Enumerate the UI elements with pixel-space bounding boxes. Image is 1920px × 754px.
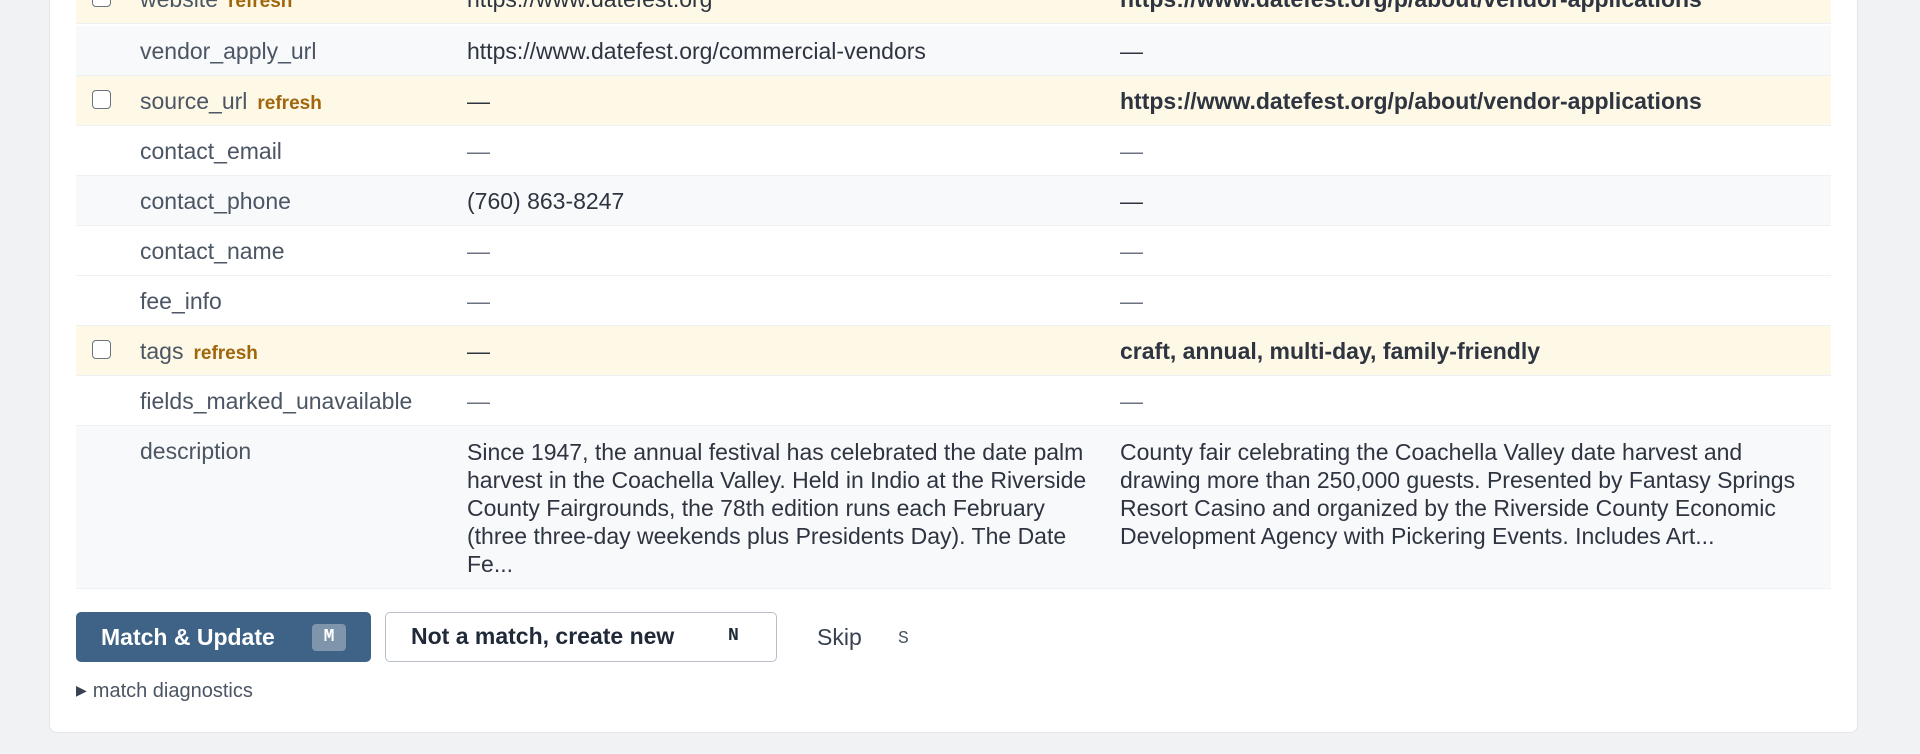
table-row-source-url: source_url refresh — https://www.datefest… bbox=[76, 76, 1831, 126]
proposed-value: — bbox=[1120, 388, 1143, 414]
source-url-checkbox[interactable] bbox=[92, 90, 111, 109]
current-value: — bbox=[467, 388, 490, 414]
current-value: — bbox=[467, 138, 490, 164]
table-row-contact-email: contact_email — — bbox=[76, 126, 1831, 176]
current-value: Since 1947, the annual festival has cele… bbox=[467, 439, 1087, 577]
refresh-badge[interactable]: refresh bbox=[257, 93, 321, 114]
field-name: websiterefresh bbox=[140, 0, 292, 24]
field-name: contact_email bbox=[140, 138, 282, 164]
current-value: — bbox=[467, 288, 490, 314]
shortcut-key-n: N bbox=[728, 626, 739, 646]
create-new-button[interactable]: Not a match, create new N bbox=[385, 612, 777, 662]
proposed-value: County fair celebrating the Coachella Va… bbox=[1120, 439, 1796, 549]
refresh-badge[interactable]: refresh bbox=[228, 0, 292, 12]
field-name: contact_name bbox=[140, 238, 285, 264]
field-name: description bbox=[140, 438, 252, 464]
proposed-value: — bbox=[1120, 38, 1143, 64]
proposed-value: — bbox=[1120, 188, 1143, 214]
table-row-fields-marked-unavailable: fields_marked_unavailable — — bbox=[76, 376, 1831, 426]
table-row-fee-info: fee_info — — bbox=[76, 276, 1831, 326]
field-name: tags refresh bbox=[140, 338, 258, 364]
table-row-contact-phone: contact_phone (760) 863-8247 — bbox=[76, 176, 1831, 226]
table-row-tags: tags refresh — craft, annual, multi-day, … bbox=[76, 326, 1831, 376]
diagnostics-label: match diagnostics bbox=[92, 680, 253, 702]
proposed-value: https://www.datefest.org/p/about/vendor-… bbox=[1120, 88, 1702, 114]
table-row-contact-name: contact_name — — bbox=[76, 226, 1831, 276]
refresh-badge[interactable]: refresh bbox=[193, 343, 257, 364]
field-name: fields_marked_unavailable bbox=[140, 388, 413, 414]
table-row-vendor-apply-url: vendor_apply_url https://www.datefest.or… bbox=[76, 26, 1831, 76]
field-name: vendor_apply_url bbox=[140, 38, 317, 64]
tags-checkbox[interactable] bbox=[92, 340, 111, 359]
current-value: https://www.datefest.org bbox=[467, 0, 712, 24]
field-name: fee_info bbox=[140, 288, 222, 314]
current-value: https://www.datefest.org/commercial-vend… bbox=[467, 38, 926, 64]
current-value: — bbox=[467, 88, 490, 114]
proposed-value: — bbox=[1120, 288, 1143, 314]
current-value: — bbox=[467, 238, 490, 264]
match-diagnostics-toggle[interactable]: ▶ match diagnostics bbox=[76, 680, 253, 703]
proposed-value: — bbox=[1120, 138, 1143, 164]
current-value: — bbox=[467, 338, 490, 364]
proposed-value: https://www.datefest.org/p/about/vendor-… bbox=[1120, 0, 1702, 24]
disclosure-triangle-icon: ▶ bbox=[76, 682, 87, 698]
table-row-website: websiterefresh https://www.datefest.org … bbox=[76, 0, 1831, 24]
shortcut-key-m: M bbox=[312, 624, 346, 651]
skip-button[interactable]: Skip bbox=[817, 612, 862, 662]
table-row-description: description Since 1947, the annual festi… bbox=[76, 426, 1831, 589]
shortcut-key-s: S bbox=[898, 629, 909, 649]
field-name: contact_phone bbox=[140, 188, 291, 214]
proposed-value: craft, annual, multi-day, family-friendl… bbox=[1120, 338, 1541, 364]
current-value: (760) 863-8247 bbox=[467, 188, 625, 214]
match-update-button[interactable]: Match & Update M bbox=[76, 612, 371, 662]
proposed-value: — bbox=[1120, 238, 1143, 264]
field-name: source_url refresh bbox=[140, 88, 322, 114]
website-checkbox[interactable] bbox=[92, 0, 111, 7]
